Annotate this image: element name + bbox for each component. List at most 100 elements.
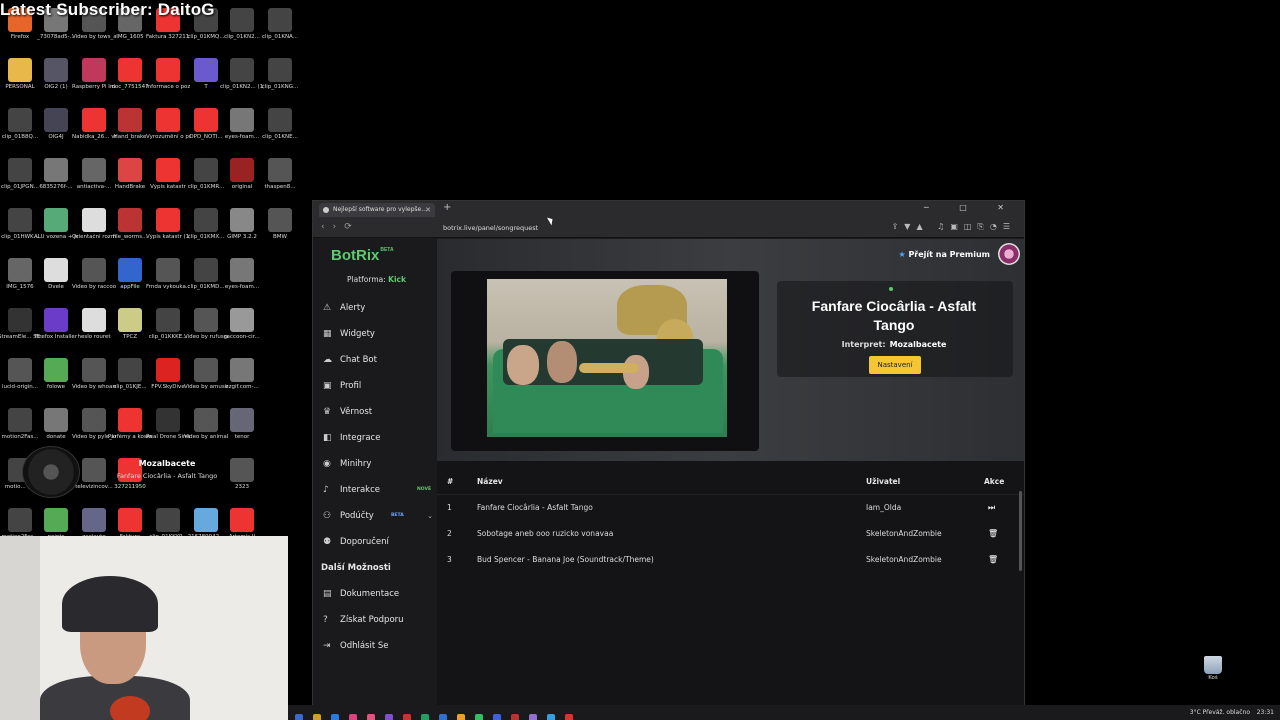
sidebar-item-interakce[interactable]: ♪ Interakce NOVÉ <box>313 477 437 503</box>
desktop-icon[interactable]: thaspen8... <box>262 158 298 190</box>
taskbar-app-icon[interactable] <box>529 714 537 720</box>
desktop-icon[interactable]: clip_01KMR... <box>188 158 224 190</box>
navigation-buttons[interactable]: ‹›⟳ <box>321 222 360 232</box>
botrix-logo[interactable]: BotRixBETA <box>331 247 394 264</box>
desktop-icon[interactable]: Frnda vykouka... <box>146 258 190 290</box>
desktop-icon[interactable]: heslo rouret <box>76 308 112 340</box>
desktop-icon[interactable]: 6835276f-... <box>38 158 74 190</box>
desktop-icon[interactable]: BMW <box>262 208 298 240</box>
desktop-icon[interactable]: clip_01KNE... <box>262 108 298 140</box>
desktop-icon[interactable]: TPCZ <box>112 308 148 340</box>
desktop-icon[interactable]: eyes-foam... <box>224 108 260 140</box>
desktop-icon[interactable]: original <box>224 158 260 190</box>
desktop-icon[interactable]: clip_01B8Q... <box>2 108 38 140</box>
sidebar-item-alerty[interactable]: ⚠ Alerty <box>313 295 437 321</box>
table-row[interactable]: 2 Sobotage aneb ooo ruzicko vonavaa Skelet… <box>437 521 1024 547</box>
desktop-icon[interactable]: clip_01KMX... <box>188 208 224 240</box>
premium-link[interactable]: ★ Přejít na Premium <box>898 250 990 259</box>
trash-icon[interactable]: 🗑 <box>988 547 998 573</box>
taskbar-app-icon[interactable] <box>565 714 573 720</box>
url-field[interactable]: botrix.live/panel/songrequest <box>443 222 803 235</box>
desktop-icon[interactable]: clip_01KMD... <box>187 258 225 290</box>
table-row[interactable]: 3 Bud Spencer - Banana Joe (Soundtrack/Th… <box>437 547 1024 573</box>
desktop-icon[interactable]: HandBrake <box>112 158 148 190</box>
desktop-icon[interactable]: clip_01KN2... <box>224 8 260 40</box>
desktop-icon[interactable]: IMG_1576 <box>2 258 38 290</box>
sidebar-item-chat-bot[interactable]: ☁ Chat Bot <box>313 347 437 373</box>
taskbar-app-icon[interactable] <box>457 714 465 720</box>
desktop-icon[interactable]: Video by amusingsa... <box>184 358 228 390</box>
browser-tab[interactable]: Nejlepší software pro vylepše... ✕ <box>319 203 435 217</box>
desktop-icon[interactable]: Hand_brake <box>112 108 148 140</box>
desktop-icon[interactable]: Orientační rozměry a ... <box>72 208 116 240</box>
taskbar-app-icon[interactable] <box>385 714 393 720</box>
sidebar-item-widgety[interactable]: ▦ Widgety <box>313 321 437 347</box>
sidebar-item-získat-podporu[interactable]: ? Získat Podporu <box>313 607 437 633</box>
taskbar-app-icon[interactable] <box>421 714 429 720</box>
desktop-icon[interactable]: GIMP 3.2.2 <box>224 208 260 240</box>
taskbar-app-icon[interactable] <box>475 714 483 720</box>
desktop-icon[interactable]: clip_01HWK... <box>1 208 39 240</box>
sidebar-item-integrace[interactable]: ◧ Integrace <box>313 425 437 451</box>
desktop-icon[interactable]: Informace o pozemku ... <box>146 58 190 90</box>
desktop-icon[interactable]: donate <box>38 408 74 440</box>
desktop-icon[interactable]: Dvele <box>38 258 74 290</box>
taskbar-app-icon[interactable] <box>349 714 357 720</box>
desktop-icon[interactable]: StreamEle... SE.Live <box>0 308 42 340</box>
skip-icon[interactable]: ⏭ <box>988 495 995 521</box>
desktop-icon[interactable]: doc_7751547 <box>111 58 149 90</box>
sidebar-item-doporučení[interactable]: ⚉ Doporučení <box>313 529 437 555</box>
taskbar-app-icon[interactable] <box>547 714 555 720</box>
desktop-icon[interactable]: PERSONAL <box>2 58 38 90</box>
desktop-icon[interactable]: clip_01KJE... <box>112 358 148 390</box>
desktop-icon[interactable]: antiactiva-... <box>76 158 112 190</box>
desktop-icon[interactable]: folowe <box>38 358 74 390</box>
desktop-icon[interactable]: DPD_NOTI... <box>188 108 224 140</box>
table-row[interactable]: 1 Fanfare Ciocârlia - Asfalt Tango Iam_Old… <box>437 495 1024 521</box>
user-avatar[interactable] <box>998 243 1020 265</box>
sidebar-item-odhlásit-se[interactable]: ⇥ Odhlásit Se <box>313 633 437 659</box>
desktop-icon[interactable]: motion2Fas... <box>2 408 38 440</box>
desktop-icon[interactable]: clip_01KNA... <box>262 8 298 40</box>
sidebar-item-profil[interactable]: ▣ Profil <box>313 373 437 399</box>
desktop-icon[interactable]: Výpis katastr <box>150 158 186 190</box>
desktop-icon[interactable]: Nabídka_26... vrata se zvý... <box>72 108 116 140</box>
scrollbar[interactable] <box>1019 491 1022 571</box>
desktop-icon[interactable]: FPV.SkyDive <box>150 358 186 390</box>
desktop-icon[interactable]: Firefox Installer <box>35 308 77 340</box>
desktop-icon[interactable]: OIG4J <box>38 108 74 140</box>
desktop-icon[interactable]: Video by whoareyo... <box>72 358 116 390</box>
taskbar-app-icon[interactable] <box>367 714 375 720</box>
toolbar-icons[interactable]: ⇪▼▲ ♫▣◫⎘◔☰ <box>892 222 1016 232</box>
taskbar-app-icon[interactable] <box>313 714 321 720</box>
recycle-bin[interactable]: Koš <box>1200 656 1226 681</box>
desktop-icon[interactable]: Výpis katastr (1) <box>146 208 190 240</box>
close-tab-icon[interactable]: ✕ <box>425 203 431 217</box>
desktop-icon[interactable]: Video by raccoon_dai... <box>72 258 116 290</box>
taskbar-app-icon[interactable] <box>295 714 303 720</box>
desktop-icon[interactable]: clip_01KKKE... <box>149 308 187 340</box>
desktop-icon[interactable]: Video by rufusgood... <box>184 308 228 340</box>
desktop-icon[interactable]: eyes-foam... <box>224 258 260 290</box>
taskbar-app-icon[interactable] <box>439 714 447 720</box>
desktop-icon[interactable]: Video by animalsaida <box>184 408 228 440</box>
taskbar-app-icon[interactable] <box>511 714 519 720</box>
desktop-icon[interactable]: Vyrozumění o provede... <box>146 108 190 140</box>
desktop-icon[interactable]: clip_01KNG... <box>262 58 298 90</box>
weather-status[interactable]: 3°C Převáž. oblačno <box>1190 706 1250 719</box>
desktop-icon[interactable]: Parfémy a kosmetika... <box>108 408 152 440</box>
desktop-icon[interactable]: T <box>188 58 224 90</box>
desktop-icon[interactable]: tenor <box>224 408 260 440</box>
taskbar-app-icon[interactable] <box>403 714 411 720</box>
sidebar-item-věrnost[interactable]: ♛ Věrnost <box>313 399 437 425</box>
window-controls[interactable]: ─ □ ✕ <box>924 203 1018 212</box>
desktop-icon[interactable]: lucid-origin... <box>2 358 38 390</box>
sidebar-item-minihry[interactable]: ◉ Minihry <box>313 451 437 477</box>
clock[interactable]: 23:31 <box>1257 706 1274 719</box>
desktop-icon[interactable]: clip_01KN2... (1) <box>220 58 264 90</box>
taskbar-app-icon[interactable] <box>493 714 501 720</box>
sidebar-item-podúčty[interactable]: ⚇ Podúčty BETA ⌄ <box>313 503 437 529</box>
trash-icon[interactable]: 🗑 <box>988 521 998 547</box>
desktop-icon[interactable]: raccoon-cir... <box>224 308 260 340</box>
desktop-icon[interactable]: file_worms... <box>112 208 148 240</box>
